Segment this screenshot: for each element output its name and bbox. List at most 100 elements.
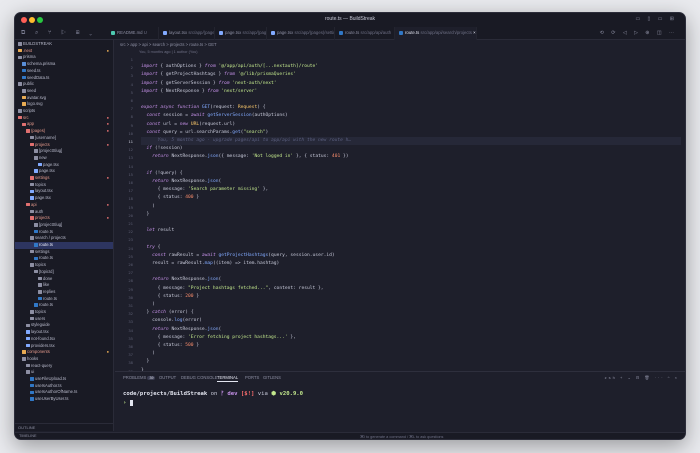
layout-icons[interactable]: ▭ ▯ ▭ ⊞ [635, 16, 677, 22]
explorer-item[interactable]: .next ● [15, 48, 113, 55]
panel-tab[interactable]: GITLENS [263, 375, 281, 380]
editor-tab[interactable]: page.tsx src/app/(pages) [215, 27, 267, 40]
explorer-item[interactable]: route.ts [15, 302, 113, 309]
code-line[interactable]: import { getServerSession } from 'next-a… [141, 80, 681, 88]
explorer-item[interactable]: route.ts [15, 229, 113, 236]
code-line[interactable] [141, 55, 681, 63]
explorer-item[interactable]: page.tsx [15, 162, 113, 169]
shell-label[interactable]: zsh [605, 375, 617, 380]
code-line[interactable]: import { authOptions } from '@/app/api/a… [141, 63, 681, 71]
explorer-item[interactable]: useFileUpload.ts [15, 376, 113, 383]
code-line[interactable]: { message: 'Search parameter missing' }, [141, 186, 681, 194]
explorer-item[interactable]: [projectSlug] [15, 222, 113, 229]
explorer-item[interactable]: topics [15, 262, 113, 269]
editor-actions[interactable]: ⟲ ⟳ ◁ ▷ ⊕ ◫ ⋯ [600, 30, 677, 36]
explorer-item[interactable]: public [15, 81, 113, 88]
explorer-item[interactable]: seedData.ts [15, 75, 113, 82]
panel-tools[interactable]: zsh + ⌄ ⊟ 🗑 ··· ^ × [605, 375, 679, 380]
code-line[interactable]: } catch (error) { [141, 309, 681, 317]
code-line[interactable] [141, 96, 681, 104]
explorer-item[interactable]: search / projects [15, 235, 113, 242]
breadcrumb[interactable]: src > app > api > search > projects > ro… [115, 40, 685, 49]
editor-tab[interactable]: layout.tsx src/app/(pages) [159, 27, 215, 40]
explorer-item[interactable]: auth [15, 209, 113, 216]
timeline-section[interactable]: TIMELINE [19, 434, 37, 438]
explorer-item[interactable]: [topicId] [15, 269, 113, 276]
code-line[interactable]: ) [141, 203, 681, 211]
explorer-item[interactable]: react-query [15, 363, 113, 370]
panel-tab[interactable]: OUTPUT [159, 375, 176, 380]
explorer-item[interactable]: ui [15, 369, 113, 376]
code-line[interactable]: { status: 200 } [141, 293, 681, 301]
explorer-item[interactable]: src ● [15, 115, 113, 122]
close-tab-icon[interactable]: × [472, 30, 476, 35]
code-line[interactable]: if (!session) [141, 145, 681, 153]
explorer-item[interactable]: layout.tsx [15, 188, 113, 195]
code-line[interactable]: return NextResponse.json( [141, 326, 681, 334]
code-line[interactable]: const query = url.searchParams.get("sear… [141, 129, 681, 137]
explorer-item[interactable]: like [15, 282, 113, 289]
explorer-item[interactable]: useUserByUser.ts [15, 396, 113, 403]
panel-tab[interactable]: TERMINAL [217, 375, 239, 382]
code-line[interactable]: result = rawResult.map((item) => item.ha… [141, 260, 681, 268]
code-line[interactable]: export async function GET(request: Reque… [141, 104, 681, 112]
code-line[interactable]: import { NextResponse } from 'next/serve… [141, 88, 681, 96]
code-line[interactable]: return NextResponse.json( [141, 276, 681, 284]
code-line[interactable]: return NextResponse.json({ message: 'Not… [141, 153, 681, 161]
code-line[interactable]: try { [141, 244, 681, 252]
panel-tab[interactable]: PROBLEMS 39 [123, 375, 156, 380]
code-line[interactable]: import { getProjectHashtags } from '@/li… [141, 71, 681, 79]
code-line[interactable]: if (!query) { [141, 170, 681, 178]
code-line[interactable]: let result [141, 227, 681, 235]
code-line[interactable] [141, 219, 681, 227]
code-line[interactable]: console.log(error) [141, 317, 681, 325]
explorer-item[interactable]: projects ● [15, 142, 113, 149]
explorer-item[interactable]: new [15, 155, 113, 162]
panel-tab[interactable]: DEBUG CONSOLE [181, 375, 218, 380]
explorer-item[interactable]: route.ts [15, 296, 113, 303]
editor-tab[interactable]: route.ts src/app/api/auth [335, 27, 395, 40]
explorer-item[interactable]: not-found.tsx [15, 336, 113, 343]
code-line[interactable]: { status: 500 } [141, 342, 681, 350]
code-line[interactable] [141, 235, 681, 243]
explorer-item[interactable]: page.tsx [15, 168, 113, 175]
explorer-item[interactable]: api ● [15, 202, 113, 209]
explorer-item[interactable]: components ● [15, 349, 113, 356]
explorer-item[interactable]: providers.tsx [15, 343, 113, 350]
editor-tab[interactable]: page.tsx src/app/(pages)/settings [267, 27, 335, 40]
explorer-item[interactable]: seed.ts [15, 68, 113, 75]
code-line[interactable]: const session = await getServerSession(a… [141, 112, 681, 120]
explorer-item[interactable]: layout.tsx [15, 329, 113, 336]
code-line[interactable]: You, 5 months ago · upgrade pages/api to… [141, 137, 681, 146]
explorer-item[interactable]: avatar.svg [15, 95, 113, 102]
editor-tab[interactable]: README.md U [107, 27, 159, 40]
code-line[interactable]: { message: 'Error fetching project hasht… [141, 334, 681, 342]
terminal[interactable]: code/projects/BuildStreak on ᚠ dev [$!] … [123, 390, 303, 408]
activity-icons[interactable]: ⧉ ⌕ ⑂ ▷ ⊞ ⌄ [21, 30, 96, 37]
explorer-item[interactable]: topics [15, 182, 113, 189]
code-line[interactable]: const url = new URL(request.url) [141, 121, 681, 129]
editor-tab[interactable]: route.ts src/app/api/search/projects × [395, 27, 477, 40]
explorer-item[interactable]: settings ● [15, 175, 113, 182]
explorer-item[interactable]: (pages) ● [15, 128, 113, 135]
explorer-item[interactable]: useIsAuthor.ts [15, 383, 113, 390]
code-line[interactable]: const rawResult = await getProjectHashta… [141, 252, 681, 260]
explorer-item[interactable]: [projectSlug] [15, 148, 113, 155]
code-line[interactable] [141, 162, 681, 170]
explorer-item[interactable]: [username] [15, 135, 113, 142]
code-line[interactable]: } [141, 211, 681, 219]
code-line[interactable]: { message: "Project hashtags fetched..."… [141, 285, 681, 293]
code-line[interactable]: } [141, 358, 681, 366]
code-line[interactable]: return NextResponse.json( [141, 178, 681, 186]
panel-tab[interactable]: PORTS [245, 375, 259, 380]
explorer-item[interactable]: styleguide [15, 322, 113, 329]
explorer-item[interactable]: scripts [15, 108, 113, 115]
code-editor[interactable]: 1 2 import { authOptions } from '@/app/api… [115, 55, 685, 382]
explorer-item[interactable]: users [15, 316, 113, 323]
explorer-item[interactable]: settings [15, 249, 113, 256]
explorer-item[interactable]: app ● [15, 121, 113, 128]
explorer-item[interactable]: hooks [15, 356, 113, 363]
explorer-item[interactable]: seed [15, 88, 113, 95]
explorer-item[interactable]: route.ts [15, 242, 113, 249]
explorer-item[interactable]: replies [15, 289, 113, 296]
